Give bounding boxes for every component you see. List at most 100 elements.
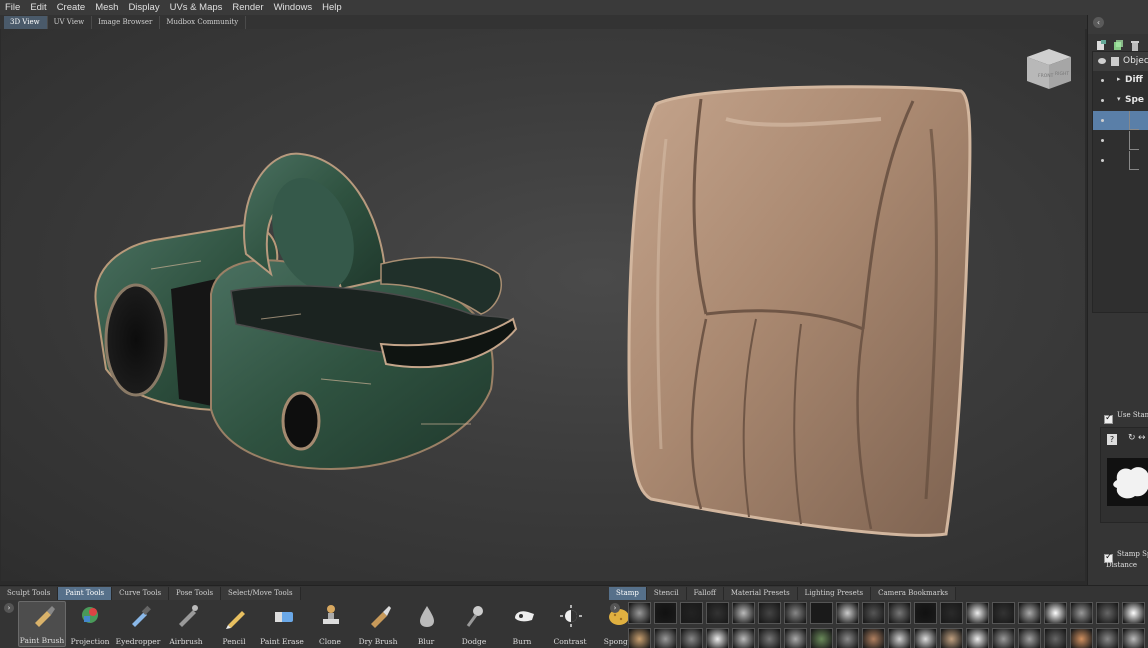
menu-render[interactable]: Render: [232, 2, 263, 13]
stamp-thumbnail[interactable]: [836, 602, 859, 624]
menu-create[interactable]: Create: [57, 2, 86, 13]
visibility-dot-icon[interactable]: [1101, 79, 1104, 82]
tab-curve-tools[interactable]: Curve Tools: [112, 587, 170, 600]
tab-material-presets[interactable]: Material Presets: [723, 587, 798, 600]
rotate-stamp-icon[interactable]: ↻: [1128, 433, 1136, 443]
stamp-thumbnail[interactable]: [758, 628, 781, 648]
tray-collapse-icon[interactable]: ›: [4, 603, 14, 613]
menu-uvs-maps[interactable]: UVs & Maps: [170, 2, 223, 13]
tool-contrast-button[interactable]: Contrast: [546, 601, 594, 647]
stamp-thumbnail[interactable]: [1070, 602, 1093, 624]
stamp-thumbnail[interactable]: [1018, 602, 1041, 624]
tab-3d-view[interactable]: 3D View: [4, 16, 48, 29]
tab-select-move-tools[interactable]: Select/Move Tools: [221, 587, 301, 600]
stamp-thumbnail[interactable]: [1096, 628, 1119, 648]
tab-falloff[interactable]: Falloff: [686, 587, 724, 600]
3d-viewport[interactable]: FRONT RIGHT: [1, 29, 1085, 581]
chevron-left-icon[interactable]: ‹: [1093, 17, 1104, 28]
stamp-thumbnail[interactable]: [732, 628, 755, 648]
collapse-arrow-icon[interactable]: ▾: [1117, 95, 1121, 103]
stamp-thumbnail[interactable]: [654, 628, 677, 648]
tab-uv-view[interactable]: UV View: [48, 16, 93, 29]
object-list-row[interactable]: Objec: [1093, 52, 1148, 71]
visibility-dot-icon[interactable]: [1101, 99, 1104, 102]
help-button[interactable]: ?: [1107, 434, 1117, 445]
tool-clone-button[interactable]: Clone: [306, 601, 354, 647]
tab-pose-tools[interactable]: Pose Tools: [169, 587, 222, 600]
menu-help[interactable]: Help: [322, 2, 342, 13]
tool-burn-button[interactable]: Burn: [498, 601, 546, 647]
stamp-thumbnail[interactable]: [1096, 602, 1119, 624]
stamp-thumbnail[interactable]: [810, 628, 833, 648]
stamp-thumbnail[interactable]: [940, 602, 963, 624]
stamp-thumbnail[interactable]: [758, 602, 781, 624]
stamp-thumbnail[interactable]: [680, 628, 703, 648]
menu-windows[interactable]: Windows: [274, 2, 313, 13]
tab-image-browser[interactable]: Image Browser: [92, 16, 161, 29]
stamp-thumbnail[interactable]: [992, 628, 1015, 648]
stamp-thumbnail[interactable]: [628, 602, 651, 624]
stamp-thumbnail[interactable]: [862, 602, 885, 624]
stamp-thumbnail[interactable]: [628, 628, 651, 648]
tab-stamp[interactable]: Stamp: [609, 587, 647, 600]
stamp-thumbnail[interactable]: [940, 628, 963, 648]
visibility-dot-icon[interactable]: [1101, 139, 1104, 142]
tool-paint-brush-button[interactable]: Paint Brush: [18, 601, 66, 647]
new-layer-icon[interactable]: [1096, 36, 1106, 50]
tool-blur-button[interactable]: Blur: [402, 601, 450, 647]
tool-eyedropper-button[interactable]: Eyedropper: [114, 601, 162, 647]
tab-sculpt-tools[interactable]: Sculpt Tools: [0, 587, 59, 600]
menu-mesh[interactable]: Mesh: [95, 2, 118, 13]
expand-arrow-icon[interactable]: ▸: [1117, 75, 1121, 83]
stamp-thumbnail[interactable]: [706, 628, 729, 648]
stamp-thumbnail[interactable]: [732, 602, 755, 624]
object-list-row[interactable]: [1093, 111, 1148, 130]
tab-paint-tools[interactable]: Paint Tools: [58, 587, 113, 600]
stamp-thumbnail[interactable]: [836, 628, 859, 648]
tab-lighting-presets[interactable]: Lighting Presets: [797, 587, 872, 600]
stamp-thumbnail[interactable]: [862, 628, 885, 648]
tool-dodge-button[interactable]: Dodge: [450, 601, 498, 647]
duplicate-layer-icon[interactable]: [1113, 36, 1123, 50]
stamp-thumbnail[interactable]: [966, 628, 989, 648]
stamp-tray-collapse-icon[interactable]: ›: [610, 603, 620, 613]
stamp-thumbnail[interactable]: [1122, 628, 1145, 648]
stamp-thumbnail[interactable]: [992, 602, 1015, 624]
tool-airbrush-button[interactable]: Airbrush: [162, 601, 210, 647]
stamp-thumbnail[interactable]: [706, 602, 729, 624]
eye-icon[interactable]: [1098, 58, 1106, 64]
tab-mudbox-community[interactable]: Mudbox Community: [160, 16, 247, 29]
menu-edit[interactable]: Edit: [30, 2, 46, 13]
stamp-thumbnail[interactable]: [1044, 628, 1067, 648]
stamp-thumbnail[interactable]: [784, 602, 807, 624]
object-list-row[interactable]: [1093, 131, 1148, 150]
object-list-row[interactable]: ▸ Diff: [1093, 71, 1148, 90]
object-list-row[interactable]: [1093, 151, 1148, 170]
menu-file[interactable]: File: [5, 2, 20, 13]
stamp-thumbnail[interactable]: [888, 628, 911, 648]
tool-dry-brush-button[interactable]: Dry Brush: [354, 601, 402, 647]
menu-display[interactable]: Display: [128, 2, 159, 13]
use-stamp-checkbox[interactable]: [1104, 409, 1113, 428]
view-cube[interactable]: FRONT RIGHT: [1025, 47, 1073, 95]
tool-projection-button[interactable]: Projection: [66, 601, 114, 647]
stamp-thumbnail[interactable]: [966, 602, 989, 624]
stamp-thumbnail[interactable]: [784, 628, 807, 648]
object-list-row[interactable]: ▾ Spe: [1093, 91, 1148, 110]
tool-pencil-button[interactable]: Pencil: [210, 601, 258, 647]
visibility-dot-icon[interactable]: [1101, 159, 1104, 162]
visibility-dot-icon[interactable]: [1101, 119, 1104, 122]
stamp-thumbnail[interactable]: [914, 628, 937, 648]
tool-paint-erase-button[interactable]: Paint Erase: [258, 601, 306, 647]
stamp-thumbnail[interactable]: [1044, 602, 1067, 624]
stamp-thumbnail[interactable]: [914, 602, 937, 624]
stamp-thumbnail[interactable]: [1018, 628, 1041, 648]
tab-camera-bookmarks[interactable]: Camera Bookmarks: [871, 587, 957, 600]
trash-icon[interactable]: [1130, 36, 1140, 51]
stamp-thumbnail[interactable]: [654, 602, 677, 624]
flip-stamp-icon[interactable]: ↔: [1138, 433, 1146, 443]
stamp-thumbnail[interactable]: [810, 602, 833, 624]
stamp-thumbnail[interactable]: [1070, 628, 1093, 648]
stamp-thumbnail[interactable]: [1122, 602, 1145, 624]
stamp-thumbnail[interactable]: [680, 602, 703, 624]
